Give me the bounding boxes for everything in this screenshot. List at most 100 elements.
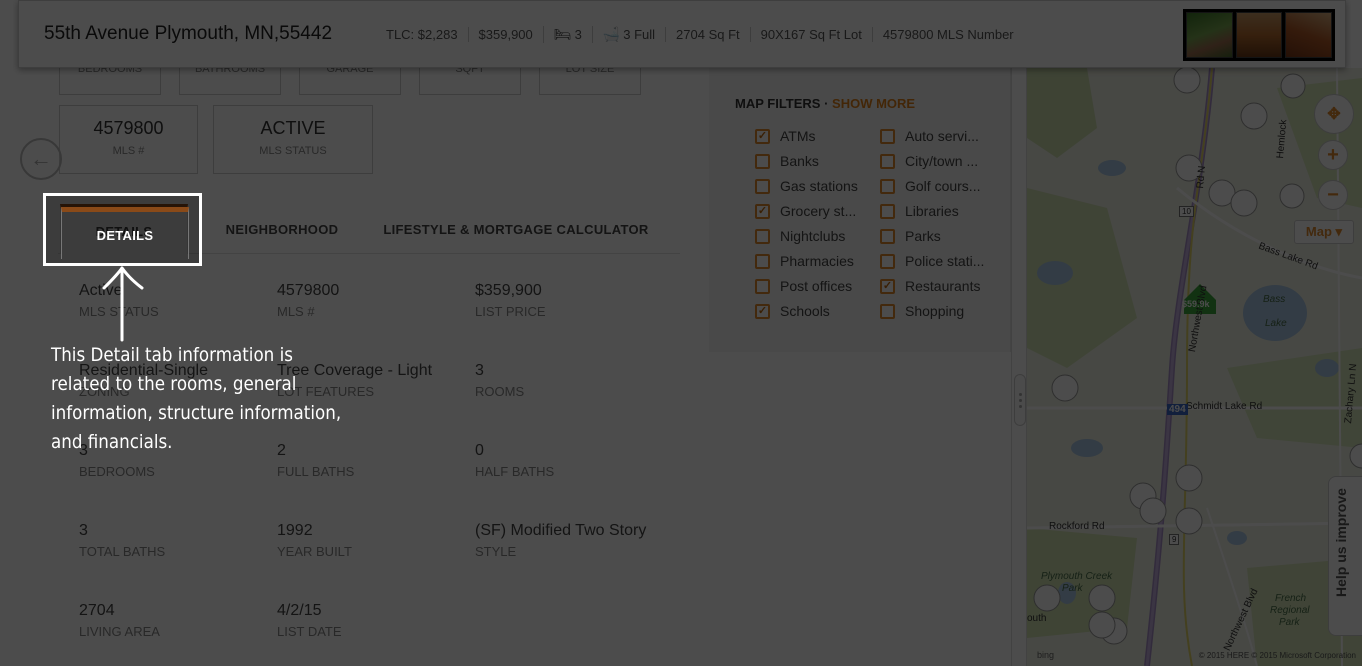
map-park-label: Regional <box>1270 605 1310 616</box>
filter-label: City/town ... <box>905 153 979 169</box>
checkbox[interactable] <box>755 253 770 269</box>
filter-restaurants[interactable]: ✓ Restaurants <box>880 278 980 294</box>
map-copyright: © 2015 HERE © 2015 Microsoft Corporation <box>1198 651 1356 660</box>
lake-shape <box>1315 359 1339 377</box>
filter-parks[interactable]: Parks <box>880 228 941 244</box>
detail-label: TOTAL BATHS <box>79 544 166 559</box>
lake-shape <box>1227 531 1247 545</box>
poi-pin <box>1349 443 1362 469</box>
detail-value: 4/2/15 <box>277 602 322 619</box>
detail-label: HALF BATHS <box>475 464 555 479</box>
map-filters-panel: MAP FILTERS · SHOW MORE ✓ ATMs Auto servi… <box>709 68 1011 352</box>
checkbox[interactable] <box>880 178 895 194</box>
map-road-label: Rd N <box>1195 165 1208 189</box>
poi-pin <box>1088 584 1116 612</box>
photo-thumbnails <box>1183 9 1335 61</box>
map-view[interactable]: Bass Lake Rd Bass Lake Schmidt Lake Rd R… <box>1027 68 1362 666</box>
poi-pin <box>1240 102 1268 130</box>
poi-pin <box>1051 374 1079 402</box>
detail-value: 3 <box>79 522 88 539</box>
detail-living-area: 2704 LIVING AREA <box>79 602 160 639</box>
detail-value: 2704 <box>79 602 115 619</box>
checkbox[interactable] <box>880 128 895 144</box>
map-splitter[interactable] <box>1011 68 1027 666</box>
zoom-out-icon[interactable]: − <box>1318 180 1348 210</box>
filter-label: Restaurants <box>905 278 981 294</box>
map-road-label: outh <box>1027 613 1047 624</box>
checkbox[interactable]: ✓ <box>755 303 770 319</box>
filter-police-stations[interactable]: Police stati... <box>880 253 984 269</box>
filter-nightclubs[interactable]: Nightclubs <box>755 228 845 244</box>
help-us-improve-button[interactable]: Help us improve <box>1328 476 1362 636</box>
drag-handle-icon[interactable] <box>1014 374 1026 426</box>
detail-list-date: 4/2/15 LIST DATE <box>277 602 342 639</box>
detail-label: LIST DATE <box>277 624 342 639</box>
poi-pin <box>1033 584 1061 612</box>
price-pin-label[interactable]: $59.9k <box>1182 299 1210 309</box>
detail-value: 0 <box>475 442 484 459</box>
summary-box-value: ACTIVE <box>260 118 326 138</box>
checkbox[interactable] <box>755 278 770 294</box>
filter-libraries[interactable]: Libraries <box>880 203 959 219</box>
filter-label: Post offices <box>780 278 853 294</box>
zoom-in-icon[interactable]: + <box>1318 140 1348 170</box>
detail-style: (SF) Modified Two Story STYLE <box>475 522 646 559</box>
filter-shopping[interactable]: Shopping <box>880 303 964 319</box>
checkbox[interactable] <box>880 228 895 244</box>
filter-label: Golf cours... <box>905 178 981 194</box>
filter-label: Gas stations <box>780 178 858 194</box>
filter-gas-stations[interactable]: Gas stations <box>755 178 858 194</box>
highlighted-details-tab[interactable]: DETAILS <box>61 207 189 259</box>
checkbox[interactable] <box>755 228 770 244</box>
map-lake-label: Bass <box>1263 294 1286 305</box>
checkbox[interactable] <box>880 303 895 319</box>
poi-pin <box>1088 611 1116 639</box>
sqft-stat: 2704 Sq Ft <box>665 27 750 42</box>
filter-label: Shopping <box>905 303 965 319</box>
baths-value: 3 Full <box>623 27 656 42</box>
filter-pharmacies[interactable]: Pharmacies <box>755 253 854 269</box>
photo-thumbnail[interactable] <box>1285 12 1333 58</box>
checkbox[interactable]: ✓ <box>755 203 770 219</box>
summary-box-label: MLS # <box>112 145 145 157</box>
lake-shape <box>1098 160 1126 176</box>
filter-label: Police stati... <box>905 253 985 269</box>
checkbox[interactable]: ✓ <box>755 128 770 144</box>
tab-neighborhood[interactable]: NEIGHBORHOOD <box>208 204 356 254</box>
filter-auto-services[interactable]: Auto servi... <box>880 128 979 144</box>
map-type-dropdown[interactable]: Map ▾ <box>1294 220 1354 244</box>
photo-thumbnail[interactable] <box>1186 12 1233 58</box>
map-pan-icon[interactable]: ✥ <box>1314 94 1354 134</box>
filter-post-offices[interactable]: Post offices <box>755 278 852 294</box>
price-stat: $359,900 <box>467 27 543 42</box>
detail-value: (SF) Modified Two Story <box>475 522 647 539</box>
detail-label: ROOMS <box>475 384 525 399</box>
filter-banks[interactable]: Banks <box>755 153 819 169</box>
checkbox[interactable] <box>880 203 895 219</box>
show-more-link[interactable]: SHOW MORE <box>832 96 915 111</box>
detail-year-built: 1992 YEAR BUILT <box>277 522 352 559</box>
back-arrow-icon[interactable]: ← <box>20 138 62 180</box>
filter-grocery-stores[interactable]: ✓ Grocery st... <box>755 203 856 219</box>
checkbox[interactable]: ✓ <box>880 278 895 294</box>
filter-golf-courses[interactable]: Golf cours... <box>880 178 980 194</box>
filter-label: Pharmacies <box>780 253 854 269</box>
filter-schools[interactable]: ✓ Schools <box>755 303 830 319</box>
callout-arrow-icon <box>102 266 144 342</box>
map-filters-title: MAP FILTERS · SHOW MORE <box>735 96 915 111</box>
detail-label: STYLE <box>475 544 517 559</box>
checkbox[interactable] <box>880 253 895 269</box>
detail-label: MLS # <box>277 304 315 319</box>
map-highway-shield: 9 <box>1169 534 1180 545</box>
checkbox[interactable] <box>755 153 770 169</box>
checkbox[interactable] <box>880 153 895 169</box>
filter-atms[interactable]: ✓ ATMs <box>755 128 816 144</box>
checkbox[interactable] <box>755 178 770 194</box>
map-road-label: Schmidt Lake Rd <box>1186 401 1263 412</box>
filter-city-town[interactable]: City/town ... <box>880 153 978 169</box>
mls-stat: 4579800 MLS Number <box>871 27 1024 42</box>
photo-thumbnail[interactable] <box>1235 12 1283 58</box>
beds-value: 3 <box>574 27 582 42</box>
detail-list-price: $359,900 LIST PRICE <box>475 282 546 319</box>
tab-lifestyle-mortgage-calculator[interactable]: LIFESTYLE & MORTGAGE CALCULATOR <box>376 204 656 254</box>
